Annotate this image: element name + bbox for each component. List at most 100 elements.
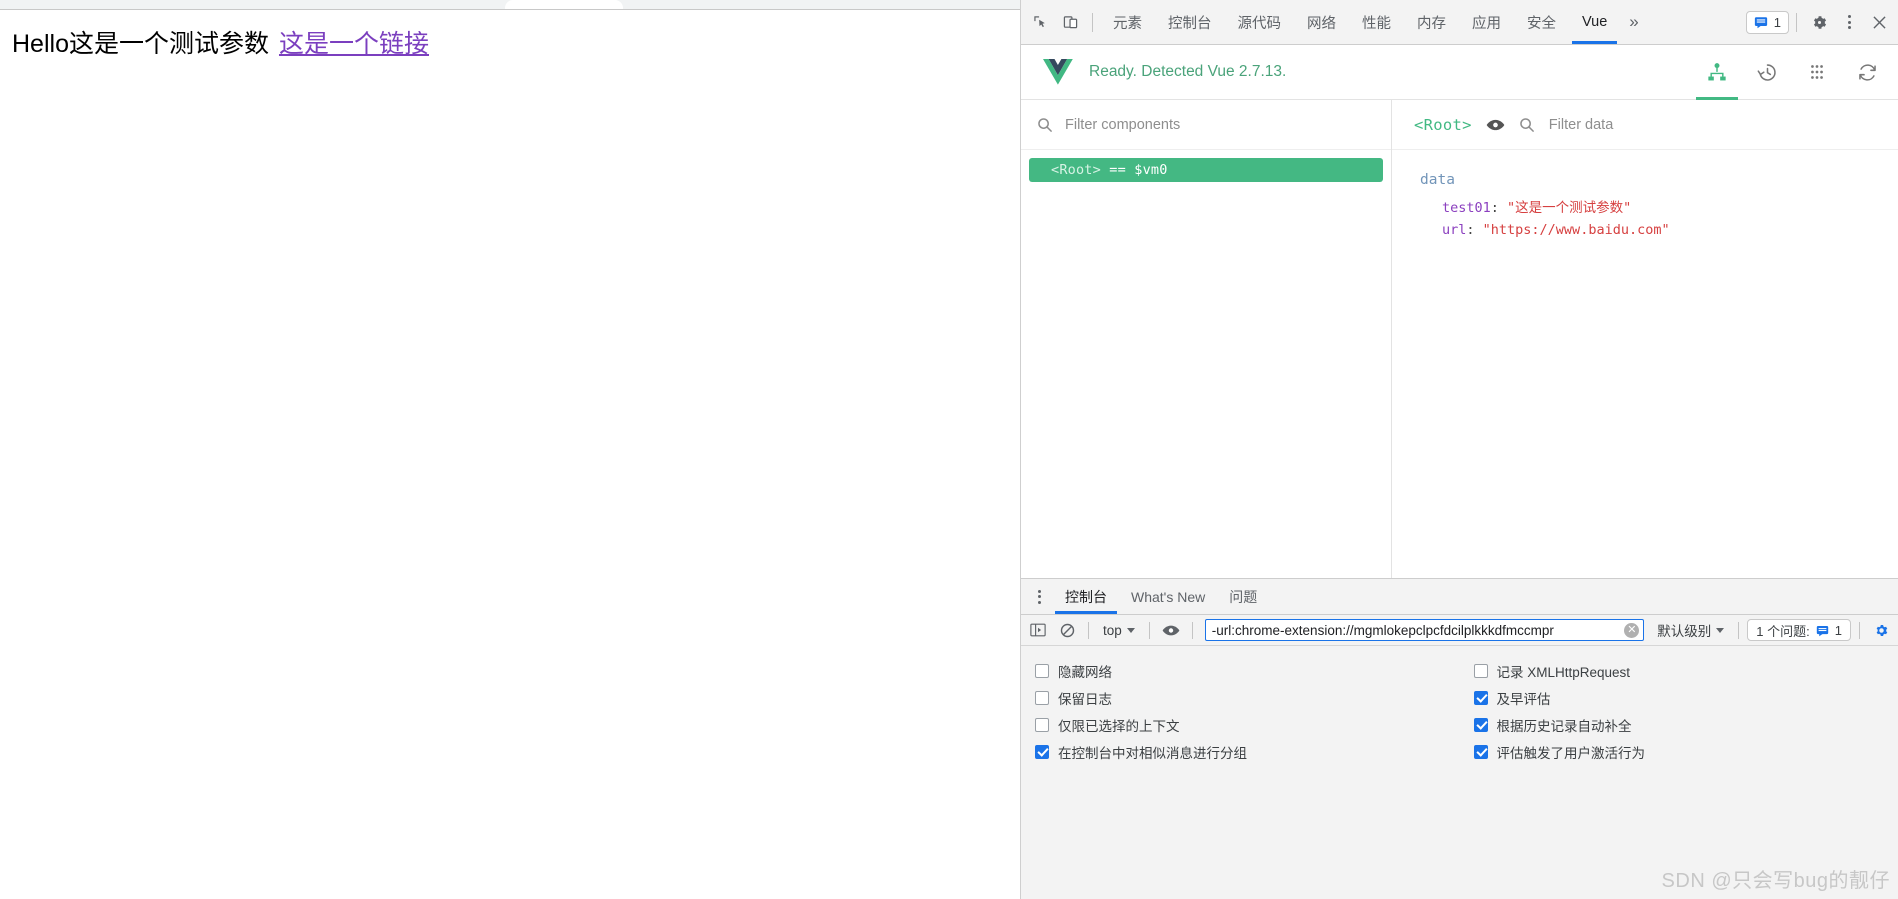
tab-network[interactable]: 网络 bbox=[1294, 0, 1349, 44]
component-tag: <Root> bbox=[1051, 162, 1101, 178]
timeline-history-icon[interactable] bbox=[1750, 55, 1784, 89]
checkbox[interactable] bbox=[1473, 663, 1488, 678]
data-separator: : bbox=[1490, 200, 1508, 216]
filter-components-input[interactable]: Filter components bbox=[1065, 117, 1375, 133]
checkbox[interactable] bbox=[1473, 690, 1488, 705]
drawer-tab-console[interactable]: 控制台 bbox=[1053, 579, 1119, 614]
vue-logo-icon bbox=[1043, 59, 1073, 85]
refresh-icon[interactable] bbox=[1850, 55, 1884, 89]
toolbar-separator-2 bbox=[1796, 12, 1797, 32]
tab-sources[interactable]: 源代码 bbox=[1225, 0, 1295, 44]
drawer-tab-label: 问题 bbox=[1229, 588, 1258, 605]
checkbox[interactable] bbox=[1035, 744, 1049, 759]
execution-context-select[interactable]: top bbox=[1097, 621, 1141, 640]
gear-icon[interactable] bbox=[1804, 7, 1834, 37]
drawer-tabs: 控制台 What's New 问题 bbox=[1021, 579, 1898, 615]
setting-hide-network[interactable]: 隐藏网络 bbox=[1035, 657, 1460, 684]
eye-icon[interactable] bbox=[1486, 118, 1505, 132]
setting-autocomplete-history[interactable]: 根据历史记录自动补全 bbox=[1473, 711, 1898, 738]
browser-tabstrip-sliver bbox=[0, 0, 1020, 9]
drawer-tab-label: What's New bbox=[1131, 588, 1206, 605]
setting-label: 保留日志 bbox=[1058, 691, 1112, 707]
issues-badge-button[interactable]: 1 bbox=[1745, 10, 1789, 34]
drawer-tab-label: 控制台 bbox=[1065, 588, 1107, 605]
console-sidebar-icon[interactable] bbox=[1025, 618, 1051, 642]
vue-panel-body: Filter components <Root> == $vm0 <Root> bbox=[1021, 100, 1898, 578]
toolbar-separator bbox=[1092, 12, 1093, 32]
setting-preserve-log[interactable]: 保留日志 bbox=[1035, 684, 1460, 711]
issues-label: 1 个问题: bbox=[1756, 623, 1810, 639]
more-panels-icon[interactable]: » bbox=[1620, 0, 1647, 44]
close-icon[interactable] bbox=[1864, 7, 1894, 37]
clear-console-icon[interactable] bbox=[1054, 618, 1080, 642]
setting-selected-context-only[interactable]: 仅限已选择的上下文 bbox=[1035, 711, 1460, 738]
tab-vue[interactable]: Vue bbox=[1569, 0, 1620, 44]
tab-memory[interactable]: 内存 bbox=[1404, 0, 1459, 44]
tab-elements[interactable]: 元素 bbox=[1100, 0, 1155, 44]
setting-log-xhr[interactable]: 记录 XMLHttpRequest bbox=[1473, 657, 1898, 684]
console-settings-right-column: 记录 XMLHttpRequest 及早评估 根据历史记录自动补全 评估触发了用… bbox=[1460, 657, 1898, 899]
tab-performance[interactable]: 性能 bbox=[1349, 0, 1404, 44]
clear-input-icon[interactable]: ✕ bbox=[1624, 622, 1640, 638]
console-settings-icon[interactable] bbox=[1868, 618, 1894, 642]
component-tree-list: <Root> == $vm0 bbox=[1021, 150, 1391, 578]
tab-security[interactable]: 安全 bbox=[1514, 0, 1569, 44]
drawer-more-icon[interactable] bbox=[1025, 579, 1053, 614]
data-key: url bbox=[1442, 222, 1467, 238]
console-settings-left-column: 隐藏网络 保留日志 仅限已选择的上下文 在控制台中对相似消息进行分组 bbox=[1021, 657, 1460, 899]
checkbox[interactable] bbox=[1473, 717, 1488, 732]
components-tab-icon[interactable] bbox=[1696, 55, 1738, 100]
setting-label: 根据历史记录自动补全 bbox=[1496, 718, 1632, 734]
more-options-icon[interactable] bbox=[1834, 7, 1864, 37]
console-issues-pill[interactable]: 1 个问题: 1 bbox=[1747, 619, 1851, 641]
component-inspector-pane: <Root> Filter data data test01: "这是一个测试参… bbox=[1392, 100, 1898, 578]
setting-group-similar[interactable]: 在控制台中对相似消息进行分组 bbox=[1035, 738, 1460, 765]
drawer-tab-whats-new[interactable]: What's New bbox=[1119, 579, 1217, 614]
vue-status-text: Ready. Detected Vue 2.7.13. bbox=[1089, 63, 1287, 80]
browser-tab-stub[interactable] bbox=[505, 0, 623, 9]
tab-label: 源代码 bbox=[1237, 15, 1282, 32]
tab-application[interactable]: 应用 bbox=[1459, 0, 1514, 44]
filter-data-input[interactable]: Filter data bbox=[1549, 117, 1613, 133]
log-level-select[interactable]: 默认级别 bbox=[1651, 618, 1730, 642]
setting-user-activation[interactable]: 评估触发了用户激活行为 bbox=[1473, 738, 1898, 765]
tab-label: 安全 bbox=[1527, 15, 1556, 32]
chevron-down-icon bbox=[1126, 627, 1135, 633]
console-issues-count: 1 bbox=[1834, 622, 1842, 638]
tab-label: 控制台 bbox=[1168, 15, 1212, 32]
checkbox[interactable] bbox=[1035, 690, 1049, 705]
drawer-tab-issues[interactable]: 问题 bbox=[1217, 579, 1269, 614]
setting-label: 记录 XMLHttpRequest bbox=[1496, 664, 1631, 680]
checkbox[interactable] bbox=[1473, 744, 1488, 759]
inspect-element-button[interactable] bbox=[1025, 7, 1055, 37]
inspected-component-name: <Root> bbox=[1414, 115, 1472, 134]
component-tree-item-root[interactable]: <Root> == $vm0 bbox=[1029, 158, 1383, 182]
live-expression-icon[interactable] bbox=[1158, 618, 1184, 642]
log-level-value: 默认级别 bbox=[1657, 624, 1712, 639]
checkbox[interactable] bbox=[1035, 717, 1049, 732]
screenshot-root: Hello这是一个测试参数 这是一个链接 元素 控制台 源代码 网络 性能 内存… bbox=[0, 0, 1898, 899]
data-group-title: data bbox=[1420, 172, 1455, 188]
inspector-header: <Root> Filter data bbox=[1392, 100, 1898, 150]
tab-label: 性能 bbox=[1362, 15, 1391, 32]
page-content: Hello这是一个测试参数 这是一个链接 bbox=[0, 10, 1020, 899]
setting-eager-evaluation[interactable]: 及早评估 bbox=[1473, 684, 1898, 711]
console-filter-input[interactable] bbox=[1211, 622, 1625, 638]
console-drawer: 控制台 What's New 问题 top -url:chrome-extens… bbox=[1021, 578, 1898, 899]
data-entry-test01[interactable]: test01: "这是一个测试参数" bbox=[1442, 197, 1898, 219]
devtools-panel-tabs: 元素 控制台 源代码 网络 性能 内存 应用 安全 Vue » bbox=[1100, 0, 1746, 44]
console-filter-box[interactable]: ✕ bbox=[1204, 619, 1645, 641]
data-entry-url[interactable]: url: "https://www.baidu.com" bbox=[1442, 219, 1898, 241]
setting-label: 评估触发了用户激活行为 bbox=[1496, 745, 1646, 761]
tab-label: Vue bbox=[1582, 14, 1608, 30]
tab-label: 应用 bbox=[1472, 15, 1501, 32]
vue-panel-header: Ready. Detected Vue 2.7.13. bbox=[1021, 45, 1898, 100]
settings-dots-icon[interactable] bbox=[1800, 55, 1834, 89]
data-value: "这是一个测试参数" bbox=[1507, 200, 1632, 216]
tab-console[interactable]: 控制台 bbox=[1155, 0, 1225, 44]
page-test-link[interactable]: 这是一个链接 bbox=[279, 30, 429, 58]
data-key: test01 bbox=[1442, 200, 1491, 216]
checkbox[interactable] bbox=[1035, 663, 1049, 678]
filter-components-row[interactable]: Filter components bbox=[1021, 100, 1391, 150]
device-toolbar-button[interactable] bbox=[1055, 7, 1085, 37]
